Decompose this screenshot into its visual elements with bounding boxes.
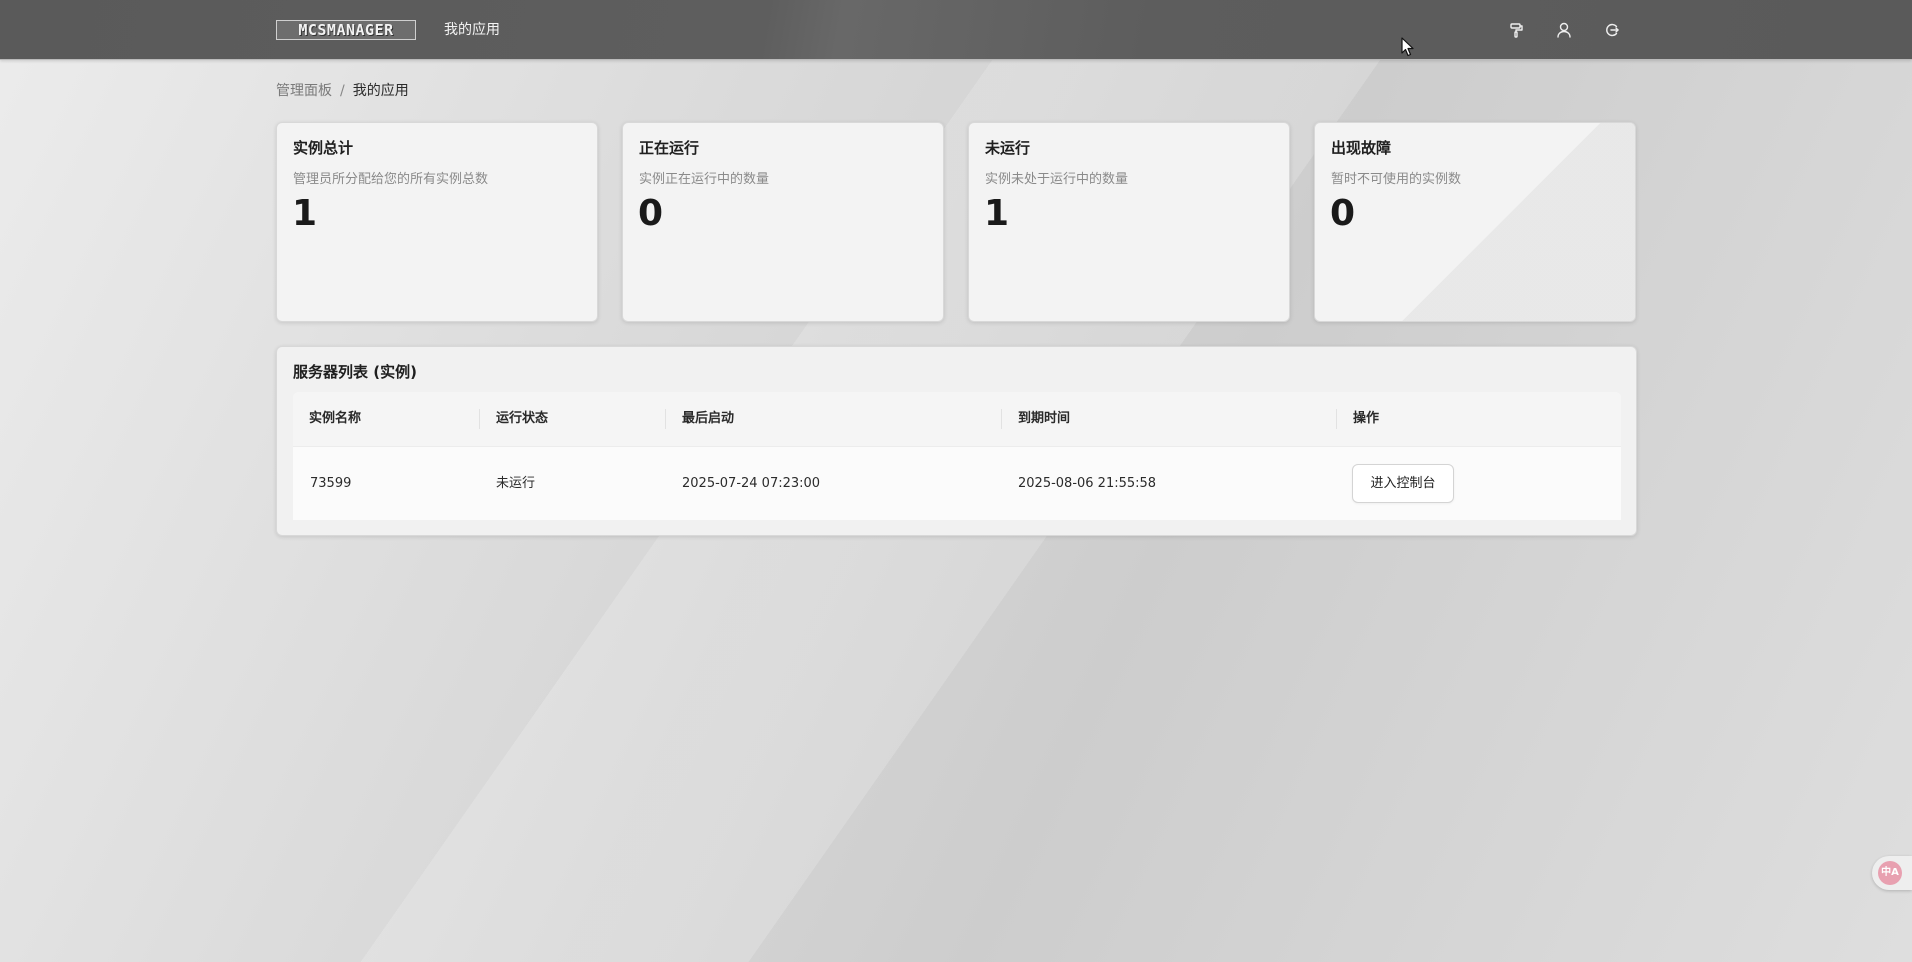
stat-card-running: 正在运行 实例正在运行中的数量 0 bbox=[622, 122, 944, 322]
stat-card-subtitle: 实例正在运行中的数量 bbox=[639, 172, 770, 187]
cell-status: 未运行 bbox=[496, 476, 536, 491]
nav-my-apps[interactable]: 我的应用 bbox=[444, 19, 500, 41]
breadcrumb: 管理面板 / 我的应用 bbox=[276, 81, 409, 101]
column-divider bbox=[479, 409, 480, 429]
paint-roller-icon[interactable] bbox=[1505, 19, 1527, 41]
breadcrumb-separator: / bbox=[340, 83, 345, 99]
translate-icon: 中A bbox=[1878, 861, 1902, 885]
stat-card-value: 1 bbox=[292, 193, 318, 234]
table-header: 实例名称 运行状态 最后启动 到期时间 操作 bbox=[293, 392, 1621, 447]
stat-card-subtitle: 暂时不可使用的实例数 bbox=[1331, 172, 1462, 187]
stat-card-title: 正在运行 bbox=[639, 139, 700, 157]
column-header-last-start: 最后启动 bbox=[682, 411, 735, 426]
column-divider bbox=[665, 409, 666, 429]
column-header-expire: 到期时间 bbox=[1018, 411, 1071, 426]
cell-last-start: 2025-07-24 07:23:00 bbox=[682, 476, 821, 491]
stat-card-value: 1 bbox=[984, 193, 1010, 234]
stat-card-value: 0 bbox=[1330, 193, 1356, 234]
user-icon[interactable] bbox=[1553, 19, 1575, 41]
stat-card-faulty: 出现故障 暂时不可使用的实例数 0 bbox=[1314, 122, 1636, 322]
stat-card-stopped: 未运行 实例未处于运行中的数量 1 bbox=[968, 122, 1290, 322]
stat-card-total: 实例总计 管理员所分配给您的所有实例总数 1 bbox=[276, 122, 598, 322]
stat-card-title: 出现故障 bbox=[1331, 139, 1392, 157]
instance-table: 实例名称 运行状态 最后启动 到期时间 操作 73599 未运行 2025-07… bbox=[293, 392, 1621, 520]
instance-list-panel: 服务器列表 (实例) 实例名称 运行状态 最后启动 到期时间 操作 73599 … bbox=[276, 346, 1637, 536]
stat-card-subtitle: 管理员所分配给您的所有实例总数 bbox=[293, 172, 489, 187]
cell-instance-name: 73599 bbox=[310, 476, 352, 491]
column-header-name: 实例名称 bbox=[309, 411, 362, 426]
breadcrumb-root[interactable]: 管理面板 bbox=[276, 83, 332, 99]
panel-title: 服务器列表 (实例) bbox=[293, 363, 417, 381]
stat-card-title: 实例总计 bbox=[293, 139, 354, 157]
column-divider bbox=[1336, 409, 1337, 429]
translate-button[interactable]: 中A bbox=[1872, 856, 1912, 890]
enter-console-button[interactable]: 进入控制台 bbox=[1352, 464, 1454, 503]
column-header-status: 运行状态 bbox=[496, 411, 549, 426]
stat-card-value: 0 bbox=[638, 193, 664, 234]
logout-icon[interactable] bbox=[1601, 19, 1623, 41]
cell-expire: 2025-08-06 21:55:58 bbox=[1018, 476, 1157, 491]
column-header-actions: 操作 bbox=[1353, 411, 1380, 426]
stat-card-title: 未运行 bbox=[985, 139, 1031, 157]
app-logo[interactable]: MCSMANAGER bbox=[276, 20, 416, 40]
table-row[interactable]: 73599 未运行 2025-07-24 07:23:00 2025-08-06… bbox=[293, 447, 1621, 520]
top-navigation-bar: MCSMANAGER 我的应用 bbox=[0, 0, 1912, 60]
column-divider bbox=[1001, 409, 1002, 429]
breadcrumb-current: 我的应用 bbox=[352, 83, 409, 99]
mouse-cursor-icon bbox=[1401, 37, 1414, 57]
stat-card-subtitle: 实例未处于运行中的数量 bbox=[985, 172, 1129, 187]
